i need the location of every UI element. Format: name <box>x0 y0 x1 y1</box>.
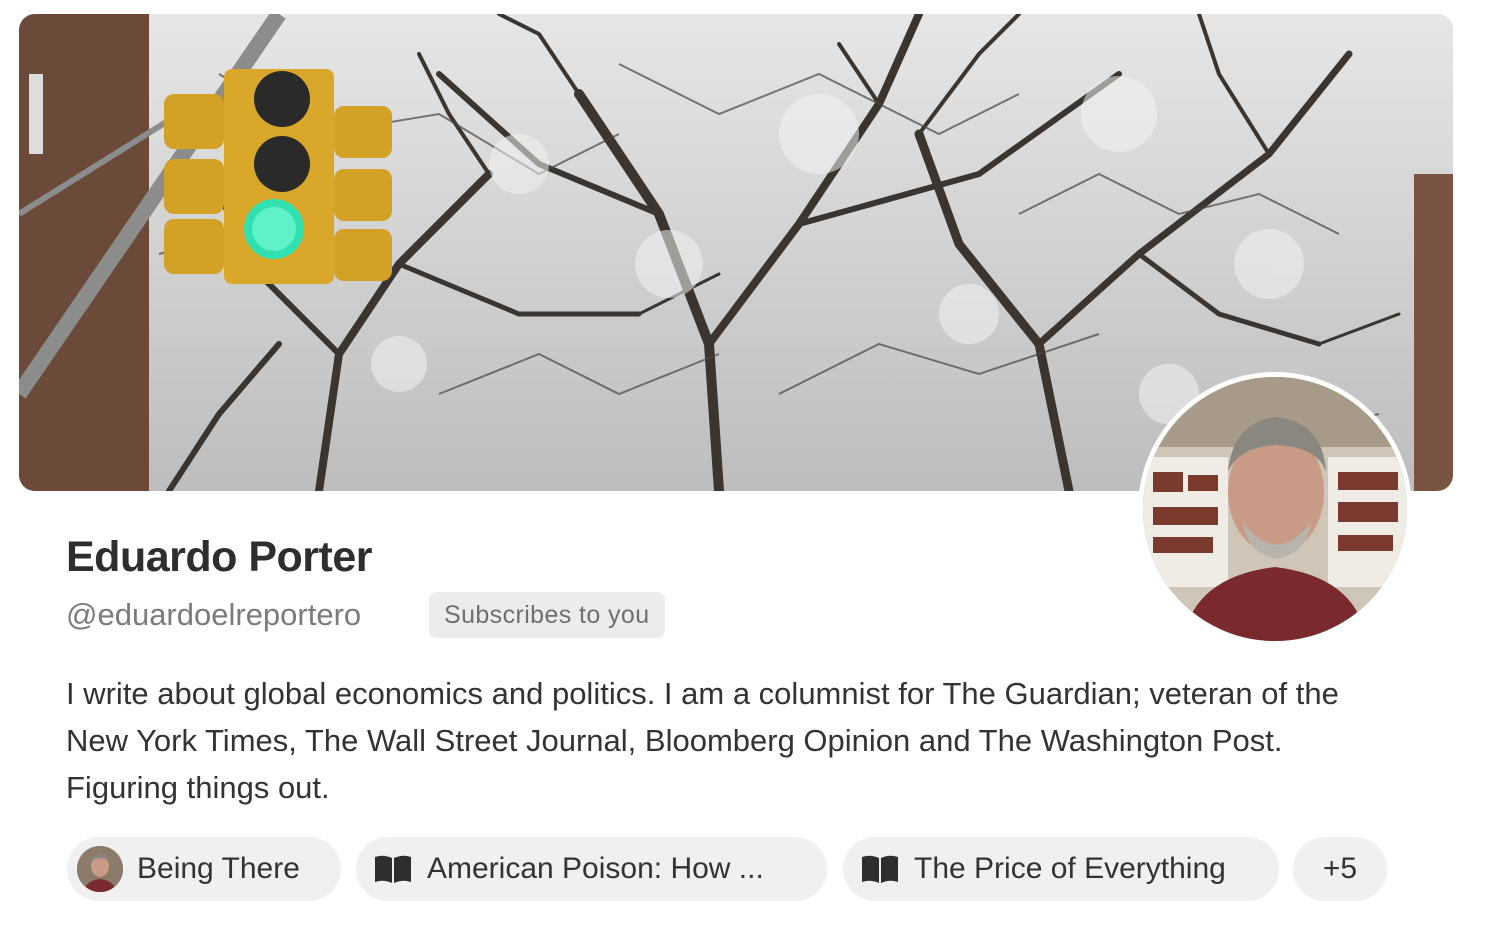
publication-chip-being-there[interactable]: Being There <box>67 837 341 901</box>
publication-avatar-illustration <box>77 846 123 892</box>
profile-name: Eduardo Porter <box>66 533 373 581</box>
more-count: +5 <box>1322 852 1358 885</box>
more-publications-button[interactable]: +5 <box>1293 837 1387 901</box>
publication-label: Being There <box>137 852 300 885</box>
avatar-photo <box>1143 377 1407 641</box>
publication-chip-price-of-everything[interactable]: The Price of Everything <box>843 837 1279 901</box>
publication-label: American Poison: How ... <box>427 852 764 885</box>
subscribes-badge: Subscribes to you <box>429 592 665 638</box>
publication-chip-american-poison[interactable]: American Poison: How ... <box>356 837 827 901</box>
profile-handle: @eduardoelreportero <box>66 597 362 632</box>
book-icon <box>862 855 898 883</box>
publication-label: The Price of Everything <box>914 852 1226 885</box>
profile-avatar[interactable] <box>1138 372 1412 646</box>
book-icon <box>375 855 411 883</box>
profile-bio: I write about global economics and polit… <box>66 676 1339 805</box>
avatar-illustration <box>1143 377 1407 641</box>
publication-avatar <box>77 846 123 892</box>
